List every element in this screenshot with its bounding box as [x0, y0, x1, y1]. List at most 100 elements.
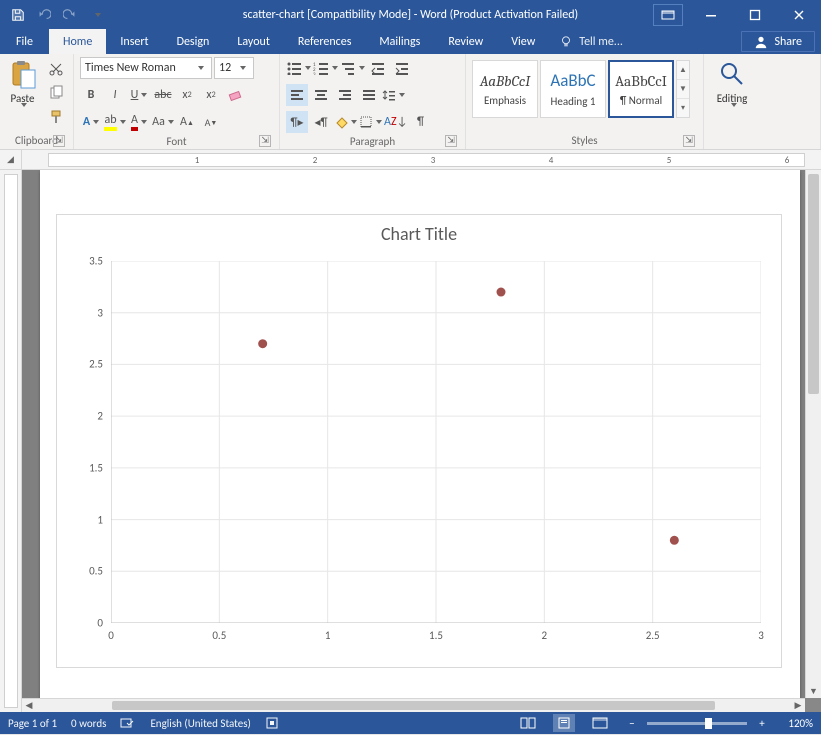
style-heading1[interactable]: AaBbC Heading 1	[540, 60, 606, 118]
maximize-button[interactable]	[733, 0, 777, 29]
decrease-indent-button[interactable]	[367, 57, 389, 79]
sort-button[interactable]: AZ↓	[384, 111, 407, 133]
svg-text:3: 3	[313, 72, 316, 75]
highlight-button[interactable]: ab	[104, 111, 126, 133]
align-right-button[interactable]	[334, 84, 356, 106]
tab-insert[interactable]: Insert	[106, 29, 162, 54]
bullets-button[interactable]	[286, 57, 311, 79]
chevron-down-icon[interactable]	[728, 107, 737, 113]
font-size-combo[interactable]: 12	[214, 57, 254, 79]
minimize-button[interactable]	[689, 0, 733, 29]
increase-indent-button[interactable]	[391, 57, 413, 79]
window-buttons	[653, 0, 821, 29]
copy-button[interactable]	[45, 82, 67, 104]
paste-dropdown-icon[interactable]	[18, 107, 27, 113]
vertical-scrollbar[interactable]: ▲ ▼	[805, 170, 821, 698]
data-point[interactable]	[258, 339, 267, 348]
undo-icon[interactable]	[32, 3, 56, 27]
horizontal-scrollbar[interactable]: ◀ ▶	[22, 698, 805, 712]
tell-me-search[interactable]: Tell me...	[549, 29, 633, 54]
shrink-font-button[interactable]: A▼	[200, 111, 222, 133]
tab-view[interactable]: View	[497, 29, 549, 54]
styles-dialog-launcher[interactable]: ⇲	[683, 135, 695, 147]
style-normal[interactable]: AaBbCcI ¶ Normal	[608, 60, 674, 118]
document-canvas[interactable]: Chart Title 00.511.522.533.500.511.522.5…	[22, 170, 805, 698]
grow-font-button[interactable]: A▲	[176, 111, 198, 133]
text-effects-button[interactable]: A	[80, 111, 102, 133]
status-language[interactable]: English (United States)	[150, 717, 250, 730]
italic-button[interactable]: I	[104, 84, 126, 106]
spellcheck-icon[interactable]	[120, 716, 136, 730]
borders-button[interactable]	[359, 111, 382, 133]
clipboard-dialog-launcher[interactable]: ⇲	[53, 135, 65, 147]
tab-file[interactable]: File	[0, 29, 49, 54]
web-layout-button[interactable]	[589, 714, 611, 732]
format-painter-button[interactable]	[45, 106, 67, 128]
tab-mailings[interactable]: Mailings	[365, 29, 434, 54]
show-marks-button[interactable]: ¶	[409, 111, 431, 133]
tab-layout[interactable]: Layout	[223, 29, 284, 54]
align-center-icon	[313, 88, 329, 102]
ltr-button[interactable]: ¶▸	[286, 111, 308, 133]
scrollbar-thumb[interactable]	[112, 701, 715, 710]
font-dialog-launcher[interactable]: ⇲	[259, 135, 271, 147]
paragraph-dialog-launcher[interactable]: ⇲	[445, 135, 457, 147]
print-layout-button[interactable]	[553, 714, 575, 732]
qat-customize-icon[interactable]	[84, 3, 108, 27]
styles-gallery-more[interactable]: ▲ ▼ ▾	[676, 60, 690, 118]
chart-plot-area[interactable]	[111, 261, 761, 623]
scroll-down-icon[interactable]: ▼	[806, 684, 821, 698]
save-icon[interactable]	[6, 3, 30, 27]
scrollbar-thumb[interactable]	[808, 174, 819, 394]
shading-button[interactable]	[334, 111, 357, 133]
font-color-button[interactable]: A	[128, 111, 150, 133]
data-point[interactable]	[670, 536, 679, 545]
status-word-count[interactable]: 0 words	[71, 717, 106, 730]
status-page[interactable]: Page 1 of 1	[8, 717, 57, 730]
scroll-right-icon[interactable]: ▶	[791, 699, 805, 712]
justify-button[interactable]	[358, 84, 380, 106]
zoom-out-button[interactable]: −	[625, 717, 639, 730]
multilevel-list-button[interactable]	[340, 57, 365, 79]
subscript-button[interactable]: x2	[176, 84, 198, 106]
bold-button[interactable]: B	[80, 84, 102, 106]
editing-button[interactable]: Editing	[710, 56, 754, 113]
ribbon-display-options-icon[interactable]	[653, 4, 683, 26]
superscript-button[interactable]: x2	[200, 84, 222, 106]
line-spacing-button[interactable]	[382, 84, 405, 106]
style-emphasis[interactable]: AaBbCcI Emphasis	[472, 60, 538, 118]
underline-button[interactable]: U	[128, 84, 150, 106]
tab-home[interactable]: Home	[49, 29, 106, 54]
vertical-ruler[interactable]	[0, 170, 22, 712]
cut-button[interactable]	[45, 58, 67, 80]
tab-references[interactable]: References	[284, 29, 366, 54]
chart-title[interactable]: Chart Title	[57, 223, 781, 245]
zoom-slider-knob[interactable]	[705, 718, 712, 729]
clear-formatting-button[interactable]	[224, 84, 246, 106]
tab-review[interactable]: Review	[434, 29, 497, 54]
read-mode-button[interactable]	[517, 714, 539, 732]
rtl-button[interactable]: ◂¶	[310, 111, 332, 133]
numbering-button[interactable]: 123	[313, 57, 338, 79]
chart-object[interactable]: Chart Title 00.511.522.533.500.511.522.5…	[56, 214, 782, 668]
data-point[interactable]	[497, 288, 506, 297]
zoom-level[interactable]: 120%	[777, 717, 813, 730]
macro-icon[interactable]	[265, 716, 279, 730]
ruler-corner[interactable]: ◢	[0, 150, 22, 170]
align-left-button[interactable]	[286, 84, 308, 106]
align-center-button[interactable]	[310, 84, 332, 106]
redo-icon[interactable]	[58, 3, 82, 27]
tab-design[interactable]: Design	[163, 29, 224, 54]
share-button[interactable]: Share	[741, 31, 815, 52]
strikethrough-button[interactable]: abc	[152, 84, 174, 106]
paste-button[interactable]: Paste	[6, 56, 39, 113]
zoom-in-button[interactable]: +	[755, 717, 769, 730]
scroll-left-icon[interactable]: ◀	[22, 699, 36, 712]
x-tick-label: 2.5	[646, 629, 660, 642]
close-button[interactable]	[777, 0, 821, 29]
paste-icon	[7, 58, 39, 90]
change-case-button[interactable]: Aa	[152, 111, 174, 133]
horizontal-ruler[interactable]: 123456	[22, 150, 821, 170]
zoom-slider[interactable]	[647, 722, 747, 725]
font-family-combo[interactable]: Times New Roman	[80, 57, 212, 79]
